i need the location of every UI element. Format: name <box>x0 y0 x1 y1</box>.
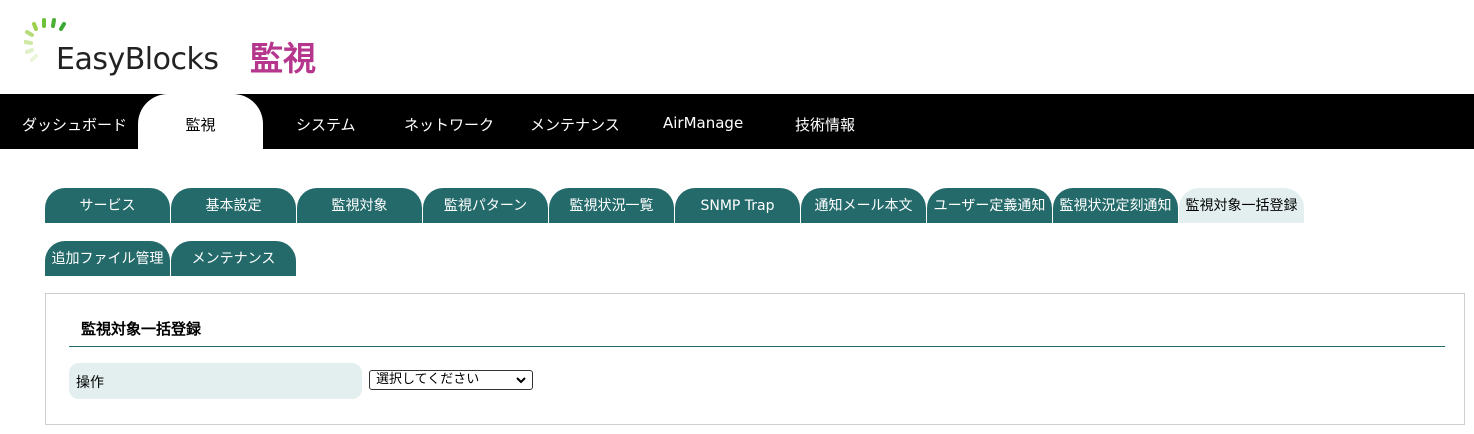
nav-item-network[interactable]: ネットワーク <box>404 94 494 149</box>
nav-item-tech-info[interactable]: 技術情報 <box>795 94 855 149</box>
logo[interactable]: EasyBlocks 監視 <box>24 18 344 82</box>
page-title: 監視 <box>250 39 316 78</box>
field-label-cell: 操作 <box>69 363 362 399</box>
tab-additional-file-management[interactable]: 追加ファイル管理 <box>45 241 170 276</box>
tab-bulk-target-registration[interactable]: 監視対象一括登録 <box>1179 188 1304 223</box>
operation-select[interactable]: 選択してください <box>369 370 533 390</box>
tab-notification-mail-body[interactable]: 通知メール本文 <box>801 188 926 223</box>
tab-monitoring-status-list[interactable]: 監視状況一覧 <box>549 188 674 223</box>
operation-select-value: 選択してください <box>376 372 480 387</box>
tab-maintenance[interactable]: メンテナンス <box>171 241 296 276</box>
tab-user-defined-notification[interactable]: ユーザー定義通知 <box>927 188 1052 223</box>
main-nav: ダッシュボード 監視 システム ネットワーク メンテナンス AirManage … <box>0 94 1474 149</box>
nav-item-monitoring[interactable]: 監視 <box>138 94 263 149</box>
content-panel: 監視対象一括登録 操作 選択してください <box>45 293 1465 425</box>
logo-text: EasyBlocks <box>56 42 219 77</box>
tab-monitoring-targets[interactable]: 監視対象 <box>297 188 422 223</box>
operation-label: 操作 <box>76 375 104 391</box>
chevron-down-icon <box>516 377 526 384</box>
tab-scheduled-status-notification[interactable]: 監視状況定刻通知 <box>1053 188 1178 223</box>
tab-basic-settings[interactable]: 基本設定 <box>171 188 296 223</box>
divider <box>69 346 1445 347</box>
tab-snmp-trap[interactable]: SNMP Trap <box>675 188 800 223</box>
tab-service[interactable]: サービス <box>45 188 170 223</box>
nav-item-dashboard[interactable]: ダッシュボード <box>22 94 127 149</box>
tab-monitoring-patterns[interactable]: 監視パターン <box>423 188 548 223</box>
nav-item-airmanage[interactable]: AirManage <box>663 94 743 149</box>
nav-item-system[interactable]: システム <box>296 94 356 149</box>
header: EasyBlocks 監視 <box>0 0 1474 94</box>
panel-title: 監視対象一括登録 <box>81 320 202 338</box>
nav-item-maintenance[interactable]: メンテナンス <box>530 94 620 149</box>
